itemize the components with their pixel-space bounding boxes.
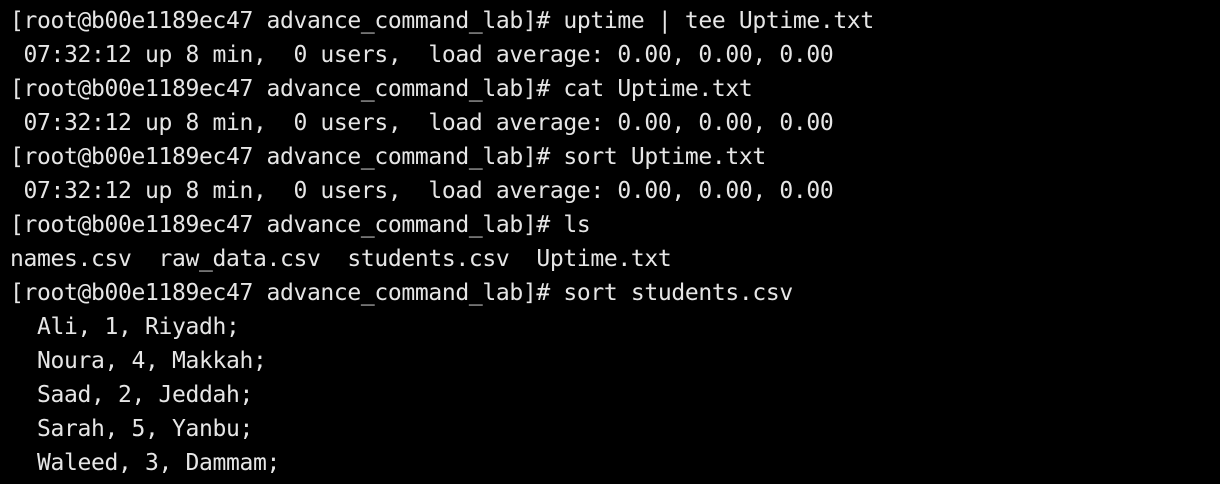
output-line: Saad, 2, Jeddah;: [10, 382, 253, 408]
prompt-line: [root@b00e1189ec47 advance_command_lab]#…: [10, 76, 753, 102]
prompt-line: [root@b00e1189ec47 advance_command_lab]#…: [10, 8, 874, 34]
prompt-line: [root@b00e1189ec47 advance_command_lab]#…: [10, 212, 591, 238]
output-line: 07:32:12 up 8 min, 0 users, load average…: [10, 42, 834, 68]
terminal-window[interactable]: [root@b00e1189ec47 advance_command_lab]#…: [0, 0, 1220, 484]
output-line: 07:32:12 up 8 min, 0 users, load average…: [10, 110, 834, 136]
output-line: Noura, 4, Makkah;: [10, 348, 267, 374]
prompt-line: [root@b00e1189ec47 advance_command_lab]#…: [10, 280, 793, 306]
output-line: Waleed, 3, Dammam;: [10, 450, 280, 476]
prompt-line: [root@b00e1189ec47 advance_command_lab]#…: [10, 144, 766, 170]
output-line: 07:32:12 up 8 min, 0 users, load average…: [10, 178, 834, 204]
output-line: Sarah, 5, Yanbu;: [10, 416, 253, 442]
output-line: names.csv raw_data.csv students.csv Upti…: [10, 246, 672, 272]
output-line: Ali, 1, Riyadh;: [10, 314, 240, 340]
